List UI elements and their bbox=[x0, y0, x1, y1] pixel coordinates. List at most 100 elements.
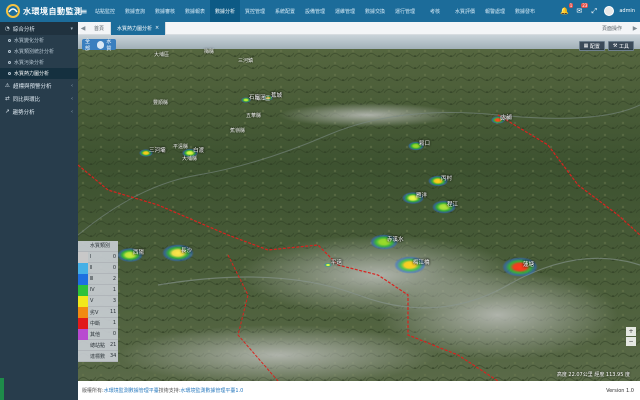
station-label[interactable]: 三河壩 bbox=[149, 146, 166, 154]
tools-label: 工具 bbox=[618, 43, 629, 50]
nav-item[interactable]: 系統配置 bbox=[270, 0, 300, 22]
notice-badge: 1 bbox=[568, 3, 574, 8]
close-icon[interactable]: × bbox=[155, 25, 159, 31]
tools-button[interactable]: ⚒ 工具 bbox=[607, 41, 634, 51]
message-badge: 23 bbox=[581, 3, 589, 8]
username[interactable]: admin bbox=[619, 8, 635, 14]
nav-item[interactable]: 水質評價 bbox=[450, 0, 480, 22]
sidebar-item[interactable]: 水質類別統計分析 bbox=[0, 46, 78, 57]
sidebar-item-label: 水質變化分析 bbox=[14, 38, 45, 44]
place-label: 三河鎮 bbox=[238, 58, 254, 64]
sidebar-group[interactable]: ◔ 綜合分析 ▾ bbox=[0, 22, 78, 35]
place-label: 大埔區 bbox=[154, 52, 170, 58]
nav-item[interactable]: 數據報表 bbox=[180, 0, 210, 22]
station-label[interactable]: 丙村 bbox=[441, 174, 452, 182]
zoom-controls: + − bbox=[626, 327, 636, 346]
footer-link2[interactable]: 水環境監測數據管理平臺1.0 bbox=[180, 387, 243, 394]
menu-toggle-icon[interactable]: ≡ bbox=[78, 7, 90, 16]
nav-item[interactable]: 站點監控 bbox=[90, 0, 120, 22]
circle-icon bbox=[8, 61, 11, 64]
place-label: 梅江區 bbox=[255, 96, 271, 102]
bar-chart-icon: ◔ bbox=[5, 25, 10, 32]
config-button[interactable]: ▦ 配置 bbox=[578, 41, 605, 51]
legend-swatch bbox=[78, 295, 88, 307]
footer-text2: 技術支持: bbox=[158, 388, 181, 394]
sidebar-group-label: 趨勢分析 bbox=[12, 109, 35, 116]
station-label[interactable]: 蕉城 bbox=[271, 91, 282, 99]
nav-item[interactable]: 質控管理 bbox=[240, 0, 270, 22]
nav-item[interactable]: 數據發布 bbox=[510, 0, 540, 22]
nav-item[interactable]: 報警處理 bbox=[480, 0, 510, 22]
legend-count: 0 bbox=[112, 331, 116, 337]
station-label[interactable]: 平遠 bbox=[331, 258, 342, 266]
place-label: 梅縣 bbox=[204, 49, 215, 55]
top-bar: 水環境自動監測 ≡ 站點監控 數據查詢 數據審核 數據報表 數據分析 質控管理 系統配置 設備… bbox=[0, 0, 640, 22]
layer-toggle-label2: 水質 bbox=[106, 38, 112, 52]
sidebar-item[interactable]: 水質污染分析 bbox=[0, 57, 78, 68]
nav-item[interactable]: 運維管理 bbox=[330, 0, 360, 22]
station-label[interactable]: 白渡 bbox=[193, 146, 204, 154]
tab-bar: ◀ 首頁 水質熱力圖分析 × 頁面操作 ▶ bbox=[78, 21, 640, 35]
zoom-out-button[interactable]: − bbox=[626, 337, 636, 346]
chevron-icon: ‹ bbox=[71, 82, 73, 89]
app-logo[interactable]: 水環境自動監測 bbox=[0, 0, 82, 22]
tab-heatmap-label: 水質熱力圖分析 bbox=[117, 25, 153, 32]
place-label: 平遠縣 bbox=[173, 144, 189, 150]
avatar[interactable] bbox=[604, 6, 615, 16]
sidebar-item[interactable]: 水質變化分析 bbox=[0, 35, 78, 46]
legend-swatch bbox=[78, 273, 88, 285]
nav-item[interactable]: 數據審核 bbox=[150, 0, 180, 22]
zoom-in-button[interactable]: + bbox=[626, 327, 636, 336]
layer-toggle[interactable]: 全部 水質 bbox=[82, 38, 116, 52]
station-label[interactable]: 雁洋 bbox=[416, 191, 427, 199]
tab-next-icon[interactable]: ▶ bbox=[630, 25, 640, 32]
station-label[interactable]: 蓮塘 bbox=[523, 260, 534, 268]
footer: 版權所有: 水環境監測數據管理平臺 技術支持: 水環境監測數據管理平臺1.0 V… bbox=[78, 381, 640, 400]
sidebar-item-label: 水質類別統計分析 bbox=[14, 49, 55, 55]
footer-link[interactable]: 水環境監測數據管理平臺 bbox=[104, 387, 159, 394]
place-label: 五華縣 bbox=[246, 113, 262, 119]
station-label[interactable]: 長沙 bbox=[181, 246, 192, 254]
tab-home[interactable]: 首頁 bbox=[88, 21, 112, 35]
nav-item[interactable]: 考核 bbox=[420, 0, 450, 22]
legend-row: Ⅴ3 bbox=[78, 295, 118, 307]
sidebar-group[interactable]: ⚠ 超標與預警分析 ‹ bbox=[0, 79, 78, 92]
station-label[interactable]: 鬆口 bbox=[419, 139, 430, 147]
legend-count: 2 bbox=[112, 276, 116, 282]
station-label[interactable]: 西陽 bbox=[133, 248, 144, 256]
satellite-map[interactable] bbox=[78, 35, 640, 381]
legend-title: 水質類別 bbox=[78, 241, 118, 252]
nav-item[interactable]: 數據分析 bbox=[210, 0, 240, 22]
fullscreen-icon[interactable]: ⤢ bbox=[589, 6, 599, 16]
legend-count: 0 bbox=[112, 254, 116, 260]
sidebar-item-label: 水質熱力圖分析 bbox=[14, 71, 50, 77]
legend-swatch bbox=[78, 284, 88, 296]
legend-swatch bbox=[78, 351, 88, 362]
nav-item[interactable]: 數據交換 bbox=[360, 0, 390, 22]
footer-text: 版權所有: bbox=[82, 388, 104, 394]
station-label[interactable]: 梅江橋 bbox=[413, 258, 430, 266]
chevron-icon: ‹ bbox=[71, 95, 73, 102]
tab-heatmap[interactable]: 水質熱力圖分析 × bbox=[111, 21, 167, 35]
map-view[interactable]: 蓮塘 梅江橋 赤溪水 長沙 西陽 程江 雁洋 丙村 白渡 三河壩 鬆口 大浦 蕉城 石窟河 平遠 大埔區 梅縣… bbox=[78, 35, 640, 381]
toggle-knob-icon bbox=[96, 40, 105, 49]
nav-item[interactable]: 運行管理 bbox=[390, 0, 420, 22]
sidebar-group[interactable]: ↗ 趨勢分析 ‹ bbox=[0, 105, 78, 118]
nav-item[interactable]: 設備管理 bbox=[300, 0, 330, 22]
sidebar-group[interactable]: ⇄ 同比與環比 ‹ bbox=[0, 92, 78, 105]
warning-icon: ⚠ bbox=[5, 82, 10, 89]
station-label[interactable]: 赤溪水 bbox=[387, 235, 404, 243]
tab-actions[interactable]: 頁面操作 bbox=[602, 25, 630, 32]
station-label[interactable]: 程江 bbox=[447, 200, 458, 208]
mail-icon[interactable]: ✉ 23 bbox=[574, 3, 589, 16]
legend-row: 總站點 21 bbox=[78, 340, 118, 351]
sidebar-item[interactable]: 水質熱力圖分析 bbox=[0, 68, 78, 79]
legend-count: 21 bbox=[110, 342, 117, 348]
nav-item[interactable]: 數據查詢 bbox=[120, 0, 150, 22]
tab-prev-icon[interactable]: ◀ bbox=[78, 25, 88, 32]
app-root: 水環境自動監測 ≡ 站點監控 數據查詢 數據審核 數據報表 數據分析 質控管理 系統配置 設備… bbox=[0, 0, 640, 400]
trend-icon: ↗ bbox=[5, 108, 10, 115]
bell-icon[interactable]: 🔔 1 bbox=[559, 3, 574, 16]
map-status: 高度 22.07公里 經度 113.95 度 bbox=[556, 372, 630, 378]
sidebar: ◔ 綜合分析 ▾ 水質變化分析水質類別統計分析水質污染分析水質熱力圖分析 ⚠ 超標與預警分… bbox=[0, 22, 78, 400]
